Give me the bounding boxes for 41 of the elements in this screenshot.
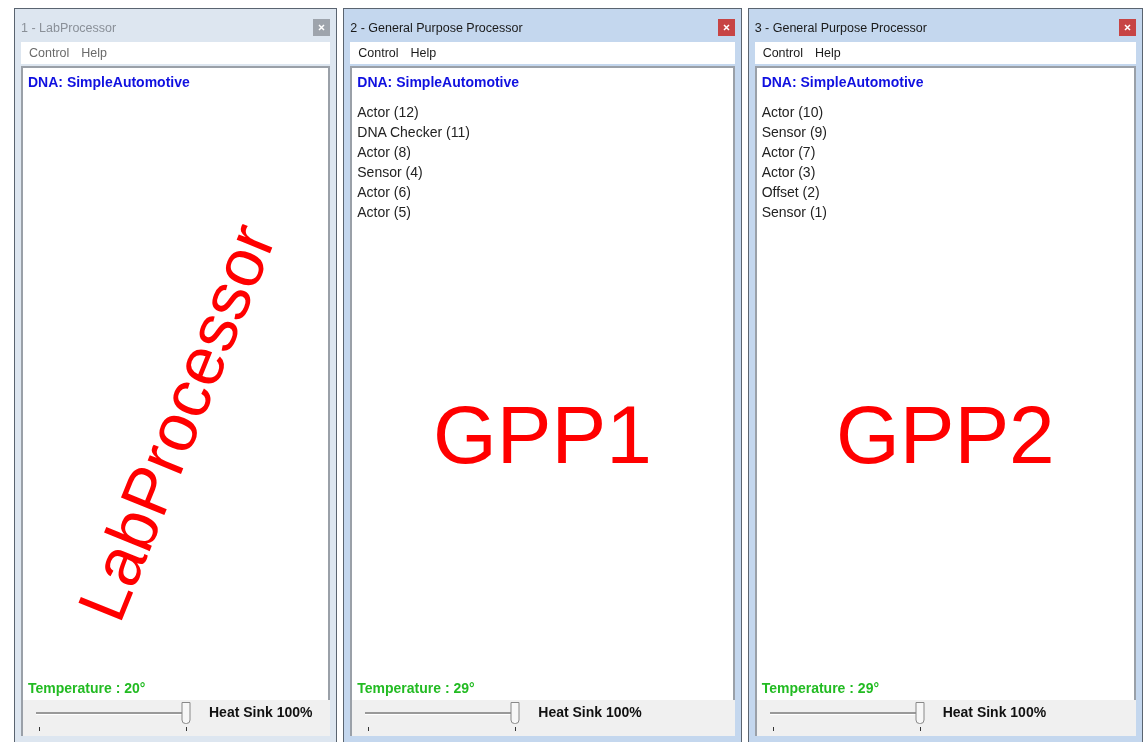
module-item[interactable]: Sensor (4) xyxy=(357,162,728,182)
module-item[interactable]: Actor (12) xyxy=(357,102,728,122)
slider-thumb[interactable] xyxy=(510,702,520,724)
close-button[interactable] xyxy=(313,19,331,36)
menu-item[interactable]: Help xyxy=(406,46,441,60)
window-title: 3 - General Purpose Processor xyxy=(754,20,927,35)
heat-sink-label: Heat Sink 100% xyxy=(538,704,642,720)
dna-label: DNA: SimpleAutomotive xyxy=(357,74,521,90)
close-button[interactable] xyxy=(717,19,735,36)
module-item[interactable]: Actor (10) xyxy=(761,102,1129,122)
close-icon xyxy=(722,24,730,31)
slider-thumb[interactable] xyxy=(915,702,925,724)
menu-item[interactable]: Help xyxy=(77,46,111,60)
close-button[interactable] xyxy=(1119,19,1136,36)
menu-item[interactable]: Control xyxy=(25,46,74,60)
dna-label: DNA: SimpleAutomotive xyxy=(28,74,191,90)
module-item[interactable]: Actor (3) xyxy=(761,162,1129,182)
window-title: 1 - LabProcessor xyxy=(21,20,117,35)
menu-item[interactable]: Help xyxy=(810,46,845,60)
dna-label: DNA: SimpleAutomotive xyxy=(761,74,925,90)
module-item[interactable]: Actor (6) xyxy=(357,182,728,202)
menu-item[interactable]: Control xyxy=(758,46,807,60)
temperature-label: Temperature : 29° xyxy=(761,680,881,696)
overlay-label: GPP1 xyxy=(433,393,652,476)
module-item[interactable]: Actor (5) xyxy=(357,202,728,222)
close-icon xyxy=(1124,24,1131,31)
module-item[interactable]: Actor (8) xyxy=(357,142,728,162)
overlay-label: GPP2 xyxy=(835,393,1055,476)
close-icon xyxy=(318,24,326,31)
module-item[interactable]: Sensor (9) xyxy=(761,122,1129,142)
slider-thumb[interactable] xyxy=(181,702,191,724)
module-item[interactable]: Offset (2) xyxy=(761,182,1129,202)
window-title: 2 - General Purpose Processor xyxy=(350,20,523,35)
temperature-label: Temperature : 20° xyxy=(28,680,147,696)
menu-item[interactable]: Control xyxy=(354,46,403,60)
module-item[interactable]: Sensor (1) xyxy=(761,202,1129,222)
module-item[interactable]: DNA Checker (11) xyxy=(357,122,728,142)
heat-sink-label: Heat Sink 100% xyxy=(209,704,313,720)
heat-sink-label: Heat Sink 100% xyxy=(942,704,1047,720)
module-item[interactable]: Actor (7) xyxy=(761,142,1129,162)
temperature-label: Temperature : 29° xyxy=(357,680,476,696)
